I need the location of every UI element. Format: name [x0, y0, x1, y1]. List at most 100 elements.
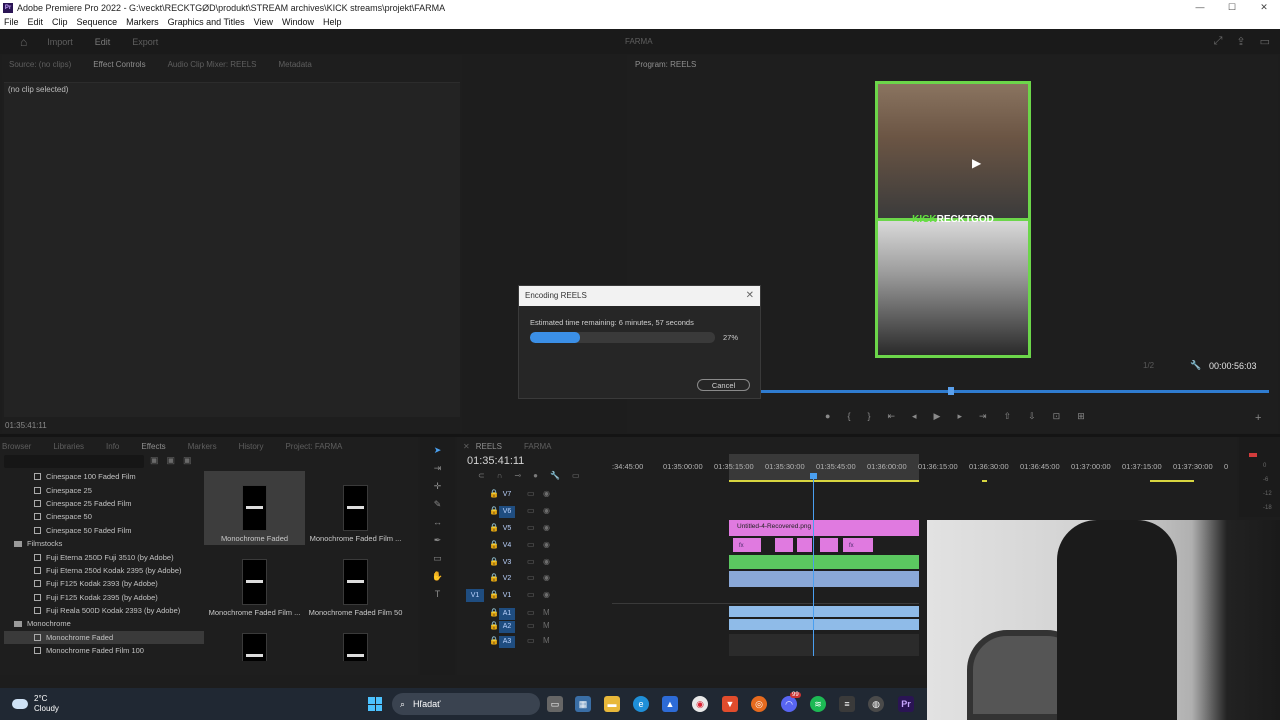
effect-thumbnail[interactable]: Monochrome Faded Film ...	[204, 545, 305, 619]
brave-icon[interactable]: ▼	[722, 696, 738, 712]
snap-icon[interactable]: ∩	[497, 471, 503, 480]
eye-icon[interactable]: ◉	[543, 573, 550, 582]
extract-icon[interactable]: ⇩	[1028, 411, 1036, 422]
program-scrub-bar[interactable]	[760, 390, 1269, 393]
track-header-v2[interactable]: 🔒 V2 ▭ ◉	[457, 571, 612, 587]
32bit-effects-icon[interactable]: ▣	[167, 455, 176, 466]
maximize-button[interactable]: ☐	[1216, 0, 1248, 15]
export-frame-icon[interactable]: ⊡	[1053, 411, 1061, 422]
effects-preset-item[interactable]: Cinespace 50 Faded Film	[4, 524, 204, 537]
track-target[interactable]: V1	[499, 590, 515, 602]
track-target[interactable]: V5	[499, 523, 515, 535]
tab-media-browser[interactable]: Browser	[2, 442, 31, 451]
task-view-icon[interactable]: ▭	[547, 696, 563, 712]
track-header-v7[interactable]: 🔒 V7 ▭ ◉	[457, 487, 612, 503]
minimize-button[interactable]: —	[1184, 0, 1216, 15]
eye-icon[interactable]: ◉	[543, 540, 550, 549]
lift-icon[interactable]: ⇧	[1004, 411, 1012, 422]
timeline-playhead[interactable]	[813, 474, 814, 656]
mute-icon[interactable]: M	[543, 636, 550, 645]
menu-edit[interactable]: Edit	[28, 17, 44, 27]
mute-icon[interactable]: M	[543, 608, 550, 617]
clip-v4[interactable]	[775, 538, 793, 552]
lock-icon[interactable]: 🔒	[489, 540, 499, 549]
tab-libraries[interactable]: Libraries	[53, 442, 84, 451]
audio-clip-a1[interactable]	[729, 606, 919, 617]
sync-lock-icon[interactable]: ▭	[527, 523, 535, 532]
accelerated-effects-icon[interactable]: ▣	[150, 455, 159, 466]
track-header-a3[interactable]: 🔒 A3 ▭ M	[457, 634, 612, 650]
lock-icon[interactable]: 🔒	[489, 608, 499, 617]
go-to-out-icon[interactable]: ⇥	[979, 411, 987, 422]
dialog-close-icon[interactable]: ✕	[746, 286, 754, 306]
tab-sequence-farma[interactable]: FARMA	[524, 442, 552, 451]
sync-lock-icon[interactable]: ▭	[527, 573, 535, 582]
effects-preset-item[interactable]: Fuji Eterna 250D Fuji 3510 (by Adobe)	[4, 550, 204, 563]
effects-preset-item[interactable]: Monochrome Faded	[4, 630, 204, 645]
track-header-v5[interactable]: 🔒 V5 ▭ ◉	[457, 521, 612, 537]
tab-markers[interactable]: Markers	[188, 442, 217, 451]
play-button-icon[interactable]: ▶	[934, 411, 941, 422]
edge-icon[interactable]: e	[633, 696, 649, 712]
tab-source[interactable]: Source: (no clips)	[9, 60, 71, 69]
track-target[interactable]: V7	[499, 489, 515, 501]
effects-preset-item[interactable]: Cinespace 100 Faded Film	[4, 470, 204, 483]
pen-tool-icon[interactable]: ✒	[420, 535, 455, 553]
go-to-in-icon[interactable]: ⇤	[887, 411, 895, 422]
sync-lock-icon[interactable]: ▭	[527, 590, 535, 599]
linked-selection-icon[interactable]: ⊸	[514, 471, 521, 480]
track-select-tool-icon[interactable]: ⇥	[420, 463, 455, 481]
close-sequence-icon[interactable]: ✕	[463, 442, 470, 451]
menu-graphics[interactable]: Graphics and Titles	[168, 17, 245, 27]
clip-v3[interactable]	[729, 555, 919, 569]
eye-icon[interactable]: ◉	[543, 489, 550, 498]
notepad-icon[interactable]: ≡	[839, 696, 855, 712]
clip-untitled-png[interactable]: Untitled-4-Recovered.png	[729, 520, 919, 536]
effects-preset-item[interactable]: Cinespace 25 Faded Film	[4, 497, 204, 510]
firefox-icon[interactable]: ◎	[751, 696, 767, 712]
lock-icon[interactable]: 🔒	[489, 557, 499, 566]
menu-markers[interactable]: Markers	[126, 17, 159, 27]
timeline-timecode[interactable]: 01:35:41:11	[467, 455, 524, 467]
effects-folder[interactable]: Filmstocks	[4, 537, 204, 550]
effects-preset-item[interactable]: Monochrome Faded Film 100	[4, 644, 204, 657]
captions-icon[interactable]: ▭	[572, 471, 580, 480]
track-header-v6[interactable]: 🔒 V6 ▭ ◉	[457, 504, 612, 520]
playhead-handle[interactable]	[810, 473, 817, 479]
close-button[interactable]: ✕	[1248, 0, 1280, 15]
sync-lock-icon[interactable]: ▭	[527, 506, 535, 515]
program-video-frame[interactable]: ▶ KICKRECKTGOD	[875, 81, 1031, 358]
mark-in-icon[interactable]: {	[847, 411, 850, 422]
clip-v4[interactable]: fx	[733, 538, 761, 552]
clip-v4[interactable]	[797, 538, 812, 552]
obs-icon[interactable]: ◍	[868, 696, 884, 712]
mute-icon[interactable]: M	[543, 621, 550, 630]
clip-v4[interactable]	[820, 538, 838, 552]
menu-help[interactable]: Help	[323, 17, 342, 27]
lock-icon[interactable]: 🔒	[489, 621, 499, 630]
type-tool-icon[interactable]: T	[420, 589, 455, 607]
effects-preset-item[interactable]: Fuji Eterna 250d Kodak 2395 (by Adobe)	[4, 564, 204, 577]
tab-history[interactable]: History	[239, 442, 264, 451]
effect-thumbnail[interactable]: Monochrome Faded Film ...	[305, 471, 406, 545]
lock-icon[interactable]: 🔒	[489, 573, 499, 582]
tab-info[interactable]: Info	[106, 442, 119, 451]
button-editor-icon[interactable]: +	[1255, 412, 1261, 424]
weather-widget[interactable]: 2°C Cloudy	[12, 694, 59, 714]
track-target[interactable]: A3	[499, 636, 515, 648]
step-back-icon[interactable]: ◂	[912, 411, 917, 422]
menu-clip[interactable]: Clip	[52, 17, 68, 27]
home-icon[interactable]: ⌂	[20, 35, 27, 49]
eye-icon[interactable]: ◉	[543, 590, 550, 599]
add-marker-icon[interactable]: ●	[825, 411, 830, 422]
lock-icon[interactable]: 🔒	[489, 590, 499, 599]
effects-preset-item[interactable]: Cinespace 25	[4, 483, 204, 496]
nest-icon[interactable]: ⊂	[478, 471, 485, 480]
windows-start-icon[interactable]	[368, 697, 382, 711]
track-header-v4[interactable]: 🔒 V4 ▭ ◉	[457, 538, 612, 554]
progress-icon[interactable]: ▭	[1260, 35, 1270, 48]
share-icon[interactable]: ⇪	[1236, 35, 1245, 48]
yuv-effects-icon[interactable]: ▣	[183, 455, 192, 466]
sync-lock-icon[interactable]: ▭	[527, 540, 535, 549]
time-ruler[interactable]: :34:45:00 01:35:00:00 01:35:15:00 01:35:30:…	[612, 458, 1228, 480]
